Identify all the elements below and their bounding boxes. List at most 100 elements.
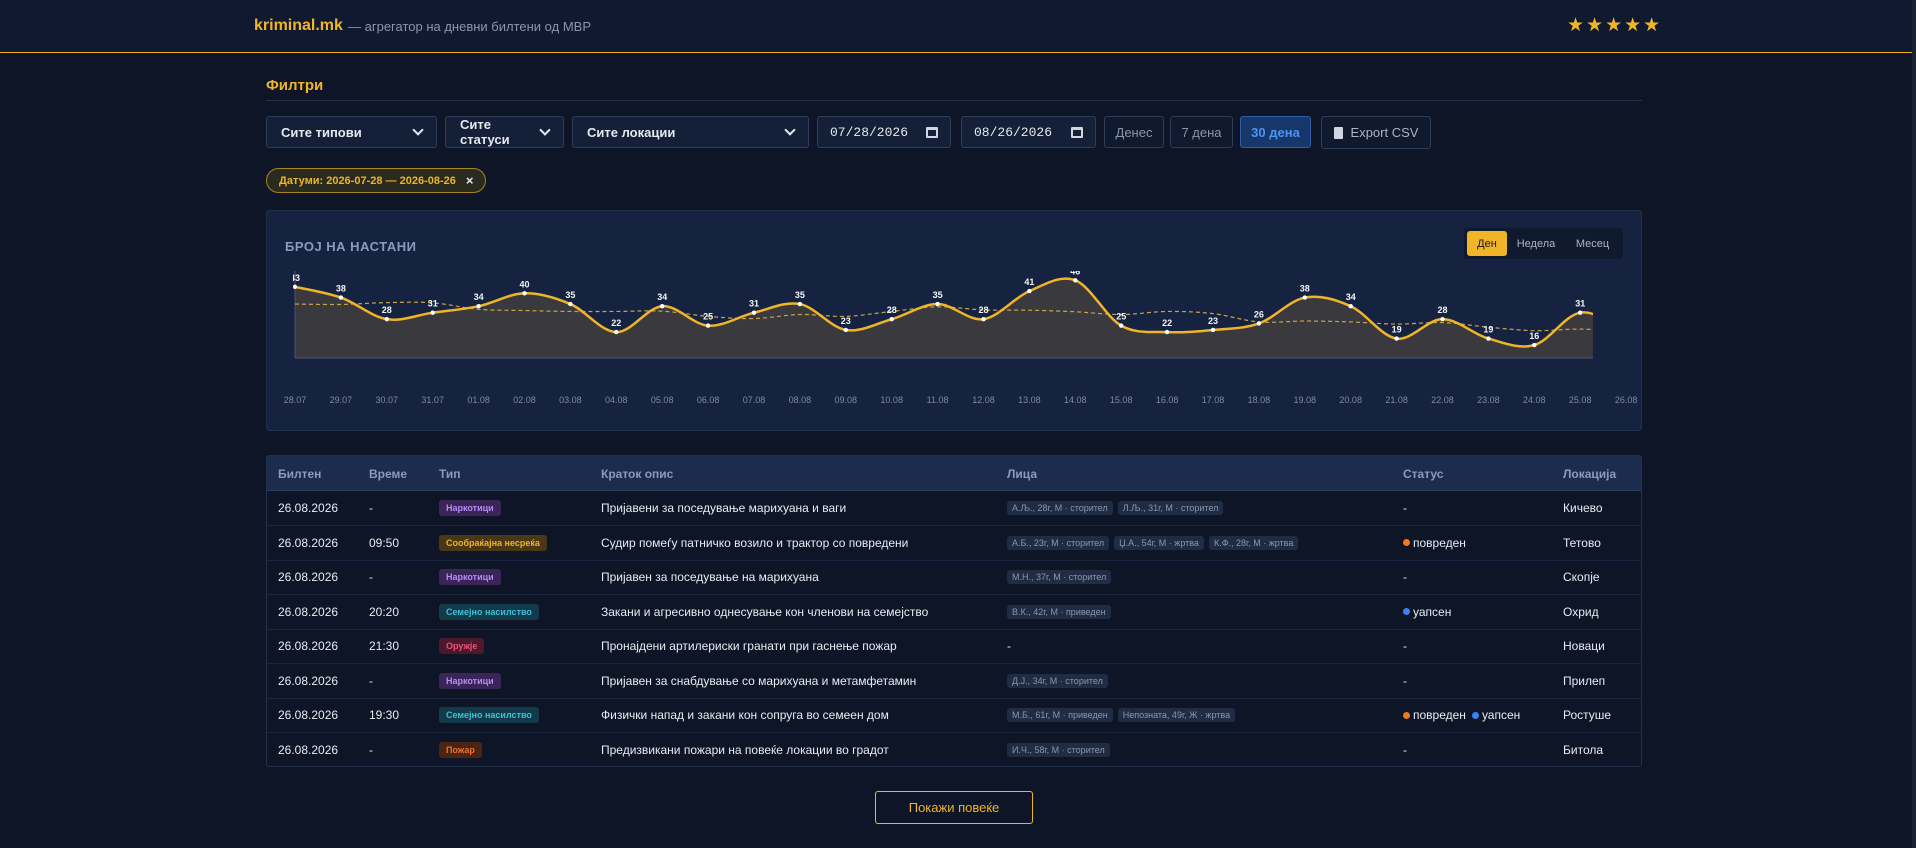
chart-point[interactable] bbox=[981, 316, 986, 322]
th-persons[interactable]: Лица bbox=[1007, 467, 1037, 481]
date-from-input[interactable]: 07/28/2026 bbox=[817, 116, 951, 148]
brand-logo[interactable]: kriminal.mk bbox=[254, 17, 343, 35]
chart-point[interactable] bbox=[522, 291, 527, 296]
chart-data-label: 28 bbox=[978, 305, 988, 315]
cell-persons: Д.Ј., 34г, М · сторител bbox=[1007, 664, 1108, 698]
chart-point[interactable] bbox=[705, 323, 711, 328]
today-button[interactable]: Денес bbox=[1104, 116, 1164, 148]
show-more-button[interactable]: Покажи повеќе bbox=[875, 791, 1033, 824]
chart-x-tick-label: 24.08 bbox=[1523, 395, 1546, 405]
person-tag: А.Љ., 28г, М · сторител bbox=[1007, 501, 1113, 515]
chevron-down-icon bbox=[784, 124, 796, 136]
chart-point[interactable] bbox=[843, 327, 848, 333]
page-scrollbar[interactable] bbox=[1912, 0, 1916, 848]
thirty-days-button[interactable]: 30 дена bbox=[1240, 116, 1311, 148]
chart-data-label: 28 bbox=[382, 305, 392, 315]
person-tag: Л.Љ., 31г, М · сторител bbox=[1117, 501, 1224, 515]
export-csv-button[interactable]: Export CSV bbox=[1321, 116, 1431, 149]
location-select[interactable]: Сите локации bbox=[572, 116, 809, 148]
filters-divider bbox=[266, 100, 1642, 101]
cell-status: - bbox=[1403, 501, 1407, 515]
chart-point[interactable] bbox=[1624, 328, 1628, 332]
chart-data-label: 26 bbox=[1254, 309, 1264, 319]
person-tag: М.Н., 37г, М · сторител bbox=[1007, 570, 1112, 584]
chart-point[interactable] bbox=[1348, 304, 1353, 309]
date-from-value: 07/28/2026 bbox=[830, 124, 909, 140]
calendar-icon[interactable] bbox=[1071, 126, 1083, 138]
chart-point[interactable] bbox=[1119, 323, 1124, 328]
chart-data-label: 34 bbox=[1346, 292, 1356, 302]
cell-bulletin: 26.08.2026 bbox=[278, 570, 339, 584]
chevron-down-icon bbox=[412, 124, 424, 136]
person-tag: А.Б., 23г, М · сторител bbox=[1007, 535, 1110, 550]
location-select-value: Сите локации bbox=[587, 124, 676, 140]
chart-point[interactable] bbox=[476, 304, 481, 309]
person-tag: Џ.А., 54г, М · жртва bbox=[1114, 535, 1204, 550]
th-time[interactable]: Време bbox=[369, 467, 407, 481]
table-row[interactable]: 26.08.2026 - Наркотици Пријавени за поседув… bbox=[267, 491, 1641, 526]
chart-x-tick-label: 25.08 bbox=[1569, 395, 1592, 405]
chart-point[interactable] bbox=[1164, 329, 1170, 335]
chart-point[interactable] bbox=[568, 301, 573, 307]
chart-point[interactable] bbox=[751, 310, 757, 315]
seven-days-button[interactable]: 7 дена bbox=[1170, 116, 1233, 148]
cell-time: - bbox=[369, 570, 373, 584]
cell-type: Наркотици bbox=[439, 664, 501, 698]
cell-status: повреден bbox=[1403, 526, 1466, 560]
person-tag: М.Б., 61г, М · приведен bbox=[1007, 708, 1113, 722]
table-row[interactable]: 26.08.2026 09:50 Сообраќајна несреќа Судир … bbox=[267, 526, 1641, 561]
type-badge: Наркотици bbox=[439, 672, 501, 689]
chart-point[interactable] bbox=[384, 316, 389, 322]
chart-point[interactable] bbox=[1302, 295, 1308, 300]
date-to-input[interactable]: 08/26/2026 bbox=[961, 116, 1096, 148]
th-bulletin[interactable]: Билтен bbox=[278, 467, 321, 481]
chart-point[interactable] bbox=[935, 301, 940, 307]
chart-x-tick-label: 14.08 bbox=[1064, 395, 1087, 405]
cell-status: - bbox=[1403, 742, 1407, 757]
table-row[interactable]: 26.08.2026 20:20 Семејно насилство Закани и… bbox=[267, 595, 1641, 630]
chart-point[interactable] bbox=[1440, 316, 1445, 322]
chart-point[interactable] bbox=[1210, 327, 1216, 333]
table-row[interactable]: 26.08.2026 - Пожар Предизвикани пожари на п… bbox=[267, 733, 1641, 767]
top-bar: kriminal.mk — агрегатор на дневни билтен… bbox=[0, 0, 1912, 53]
cell-type: Семејно насилство bbox=[439, 698, 539, 732]
cell-status: повреден уапсен bbox=[1403, 698, 1520, 732]
chart-point[interactable] bbox=[1486, 336, 1491, 341]
chart-point[interactable] bbox=[1394, 336, 1399, 341]
table-row[interactable]: 26.08.2026 - Наркотици Пријавен за снабдува… bbox=[267, 664, 1641, 699]
chart-data-label: 23 bbox=[841, 316, 851, 326]
status-select[interactable]: Сите статуси bbox=[445, 116, 564, 148]
chart-point[interactable] bbox=[889, 316, 894, 322]
table-row[interactable]: 26.08.2026 19:30 Семејно насилство Физички … bbox=[267, 698, 1641, 733]
chart-point[interactable] bbox=[1027, 288, 1032, 294]
chart-point[interactable] bbox=[1532, 342, 1537, 348]
chart-point[interactable] bbox=[614, 329, 619, 335]
calendar-icon[interactable] bbox=[926, 126, 938, 138]
chart-point[interactable] bbox=[797, 301, 803, 307]
chart-point[interactable] bbox=[293, 284, 298, 289]
cell-status: - bbox=[1403, 570, 1407, 584]
chart-point[interactable] bbox=[660, 304, 665, 309]
events-chart-panel: БРОЈ НА НАСТАНИ Ден Недела Месец 43 38 28 3… bbox=[266, 210, 1642, 431]
cell-bulletin: 26.08.2026 bbox=[278, 742, 339, 757]
th-type[interactable]: Тип bbox=[439, 467, 461, 481]
chart-data-label: 35 bbox=[795, 290, 805, 300]
chart-point[interactable] bbox=[430, 310, 435, 315]
chart-data-label: 25 bbox=[703, 312, 713, 322]
chart-x-tick-label: 18.08 bbox=[1248, 395, 1271, 405]
status-dot-icon bbox=[1403, 608, 1410, 615]
table-row[interactable]: 26.08.2026 - Наркотици Пријавен за поседува… bbox=[267, 560, 1641, 595]
th-location[interactable]: Локација bbox=[1563, 467, 1616, 481]
person-tag: К.Ф., 28г, М · жртва bbox=[1208, 535, 1299, 550]
table-row[interactable]: 26.08.2026 21:30 Оружје Пронајдени артилери… bbox=[267, 629, 1641, 664]
chart-point[interactable] bbox=[1578, 310, 1583, 315]
close-icon[interactable]: × bbox=[466, 173, 474, 188]
chart-point[interactable] bbox=[1073, 278, 1078, 283]
chart-point[interactable] bbox=[338, 295, 344, 300]
type-select[interactable]: Сите типови bbox=[266, 116, 437, 148]
chart-point[interactable] bbox=[1256, 321, 1262, 326]
th-status[interactable]: Статус bbox=[1403, 467, 1443, 481]
th-description[interactable]: Краток опис bbox=[601, 467, 673, 481]
date-range-chip: Датуми: 2026-07-28 — 2026-08-26 × bbox=[266, 168, 487, 193]
cell-description: Судир помеѓу патничко возило и трактор с… bbox=[601, 535, 909, 550]
